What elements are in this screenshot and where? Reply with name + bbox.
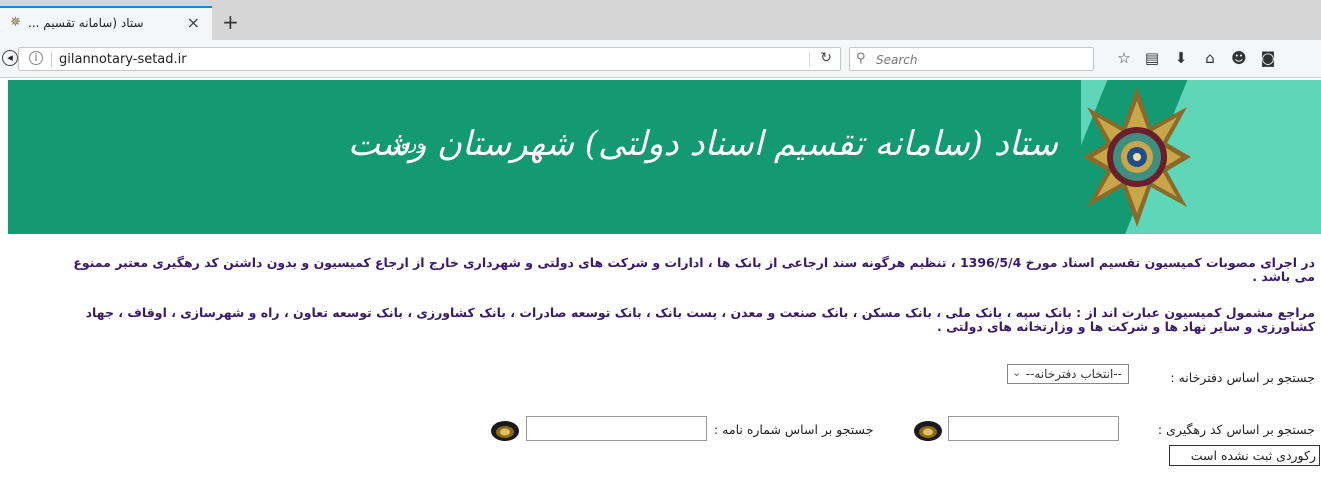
letter-search-button[interactable]: [489, 417, 521, 441]
no-records-status: رکوردی ثبت نشده است: [1169, 445, 1320, 466]
letter-number-input[interactable]: [526, 416, 707, 441]
covered-entities-notice: مراجع مشمول کمیسیون عبارت اند از : بانک …: [85, 305, 1315, 334]
address-bar[interactable]: i gilannotary-setad.ir ↻: [18, 47, 841, 71]
tracking-search-button[interactable]: [912, 417, 944, 441]
url-text[interactable]: gilannotary-setad.ir: [59, 52, 187, 67]
star-icon[interactable]: ☆: [1113, 49, 1135, 67]
home-icon[interactable]: ⌂: [1199, 49, 1221, 67]
ornament-logo-icon: [1083, 87, 1191, 227]
login-link[interactable]: ورود: [393, 134, 425, 154]
search-input[interactable]: [874, 50, 1088, 70]
search-box[interactable]: ⚲: [849, 47, 1094, 71]
commission-notice: در اجرای مصوبات کمیسیون تقسیم اسناد مورخ…: [73, 255, 1315, 284]
chevron-down-icon: ⌄: [1012, 366, 1022, 379]
site-title: ستاد (سامانه تقسیم اسناد دولتی) شهرستان …: [347, 124, 1058, 164]
divider: [51, 52, 52, 67]
plus-icon[interactable]: +: [222, 10, 239, 34]
close-icon[interactable]: ×: [187, 13, 200, 32]
star-emblem-icon: ✵: [10, 15, 21, 30]
back-arrow-icon[interactable]: ◂: [2, 50, 18, 66]
pocket-icon[interactable]: ☻: [1228, 49, 1250, 67]
tab-strip: ✵ ستاد (سامانه تقسیم ... × +: [0, 0, 1321, 40]
tracking-code-label: جستجو بر اساس کد رهگیری :: [1157, 422, 1315, 437]
info-icon[interactable]: i: [29, 51, 43, 65]
office-search-label: جستجو بر اساس دفترخانه :: [1170, 370, 1315, 385]
tracking-code-input[interactable]: [948, 416, 1119, 441]
office-select-value: --انتخاب دفترخانه--: [1025, 367, 1122, 381]
tab-title: ستاد (سامانه تقسیم ...: [28, 16, 144, 30]
office-select[interactable]: --انتخاب دفترخانه-- ⌄: [1007, 364, 1129, 384]
navigation-toolbar: ◂ i gilannotary-setad.ir ↻ ⚲ ☆ ▤ ⬇ ⌂ ☻ ◙: [0, 40, 1321, 78]
download-icon[interactable]: ⬇: [1170, 49, 1192, 67]
reload-icon[interactable]: ↻: [820, 50, 832, 66]
browser-tab[interactable]: ✵ ستاد (سامانه تقسیم ... ×: [0, 6, 212, 40]
site-header-banner: ستاد (سامانه تقسیم اسناد دولتی) شهرستان …: [8, 80, 1321, 234]
shield-icon[interactable]: ◙: [1257, 49, 1279, 67]
main-content: در اجرای مصوبات کمیسیون تقسیم اسناد مورخ…: [0, 236, 1321, 499]
divider: [809, 51, 810, 67]
magnifier-icon: ⚲: [856, 51, 866, 66]
letter-number-label: جستجو بر اساس شماره نامه :: [714, 422, 874, 437]
reading-list-icon[interactable]: ▤: [1141, 49, 1163, 67]
